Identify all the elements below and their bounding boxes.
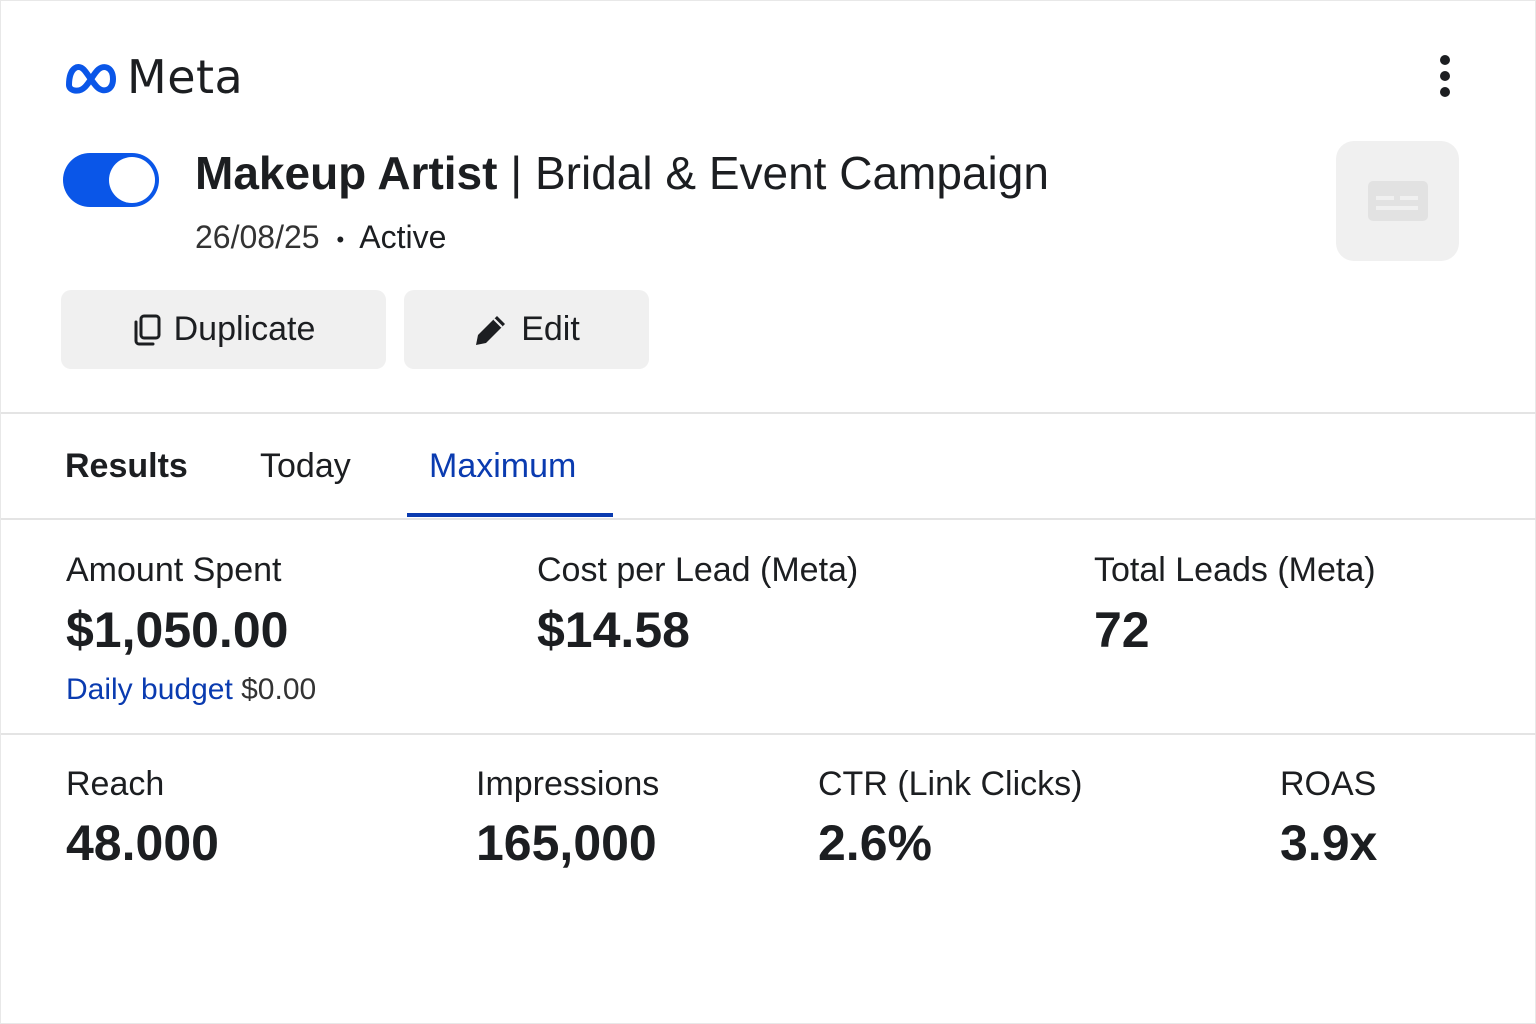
daily-budget-amount: $0.00: [241, 673, 317, 706]
meta-infinity-icon: [66, 64, 116, 94]
toggle-knob: [109, 157, 155, 203]
roas-label: ROAS: [1280, 765, 1377, 803]
campaign-date: 26/08/25: [195, 219, 320, 255]
campaign-card: Meta Makeup Artist | Bridal & Event Camp…: [0, 0, 1536, 1024]
campaign-thumbnail[interactable]: [1336, 141, 1459, 261]
tab-maximum[interactable]: Maximum: [429, 447, 576, 486]
active-tab-indicator: [407, 513, 613, 517]
kebab-dot: [1440, 55, 1450, 65]
brand-name: Meta: [127, 50, 244, 104]
cost-per-lead-label: Cost per Lead (Meta): [537, 551, 859, 589]
edit-label: Edit: [521, 310, 580, 348]
divider: [1, 733, 1536, 735]
campaign-status-toggle[interactable]: [63, 153, 159, 207]
duplicate-button[interactable]: Duplicate: [61, 290, 386, 369]
roas-value: 3.9x: [1280, 815, 1378, 871]
impressions-label: Impressions: [476, 765, 660, 803]
divider: [1, 518, 1536, 520]
more-vertical-icon[interactable]: [1425, 51, 1465, 101]
total-leads-label: Total Leads (Meta): [1094, 551, 1376, 589]
kebab-dot: [1440, 71, 1450, 81]
divider: [1, 412, 1536, 414]
amount-spent-value: $1,050.00: [66, 602, 289, 658]
pencil-icon: [476, 315, 506, 345]
tab-today[interactable]: Today: [260, 447, 351, 486]
impressions-value: 165,000: [476, 815, 657, 871]
reach-label: Reach: [66, 765, 165, 803]
ctr-label: CTR (Link Clicks): [818, 765, 1083, 803]
daily-budget: Daily budget $0.00: [66, 673, 316, 707]
campaign-title-rest: | Bridal & Event Campaign: [497, 147, 1049, 199]
meta-separator: •: [336, 226, 345, 252]
results-heading: Results: [65, 447, 188, 485]
campaign-title: Makeup Artist | Bridal & Event Campaign: [195, 145, 1049, 201]
reach-value: 48.000: [66, 815, 219, 871]
campaign-status: Active: [359, 219, 447, 255]
campaign-title-bold: Makeup Artist: [195, 147, 498, 199]
image-placeholder-icon: [1367, 181, 1428, 221]
total-leads-value: 72: [1094, 602, 1150, 658]
edit-button[interactable]: Edit: [404, 290, 649, 369]
duplicate-label: Duplicate: [173, 310, 316, 348]
copy-icon: [134, 314, 161, 345]
meta-logo: Meta: [63, 50, 244, 104]
cost-per-lead-value: $14.58: [537, 602, 690, 658]
daily-budget-link[interactable]: Daily budget: [66, 673, 233, 706]
amount-spent-label: Amount Spent: [66, 551, 282, 589]
ctr-value: 2.6%: [818, 815, 932, 871]
campaign-meta: 26/08/25 • Active: [195, 217, 446, 260]
kebab-dot: [1440, 87, 1450, 97]
